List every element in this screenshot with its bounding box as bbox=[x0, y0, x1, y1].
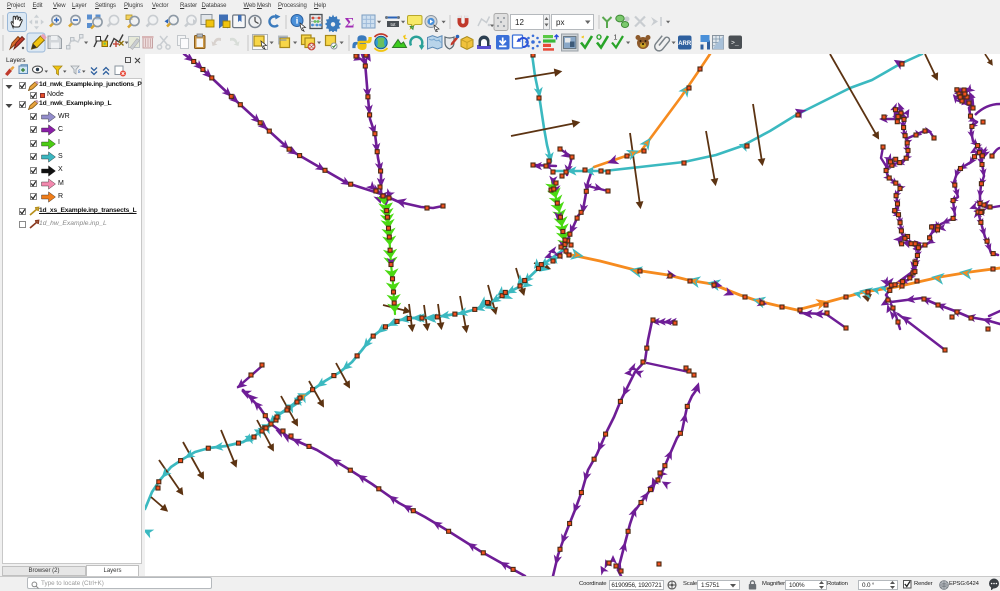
svg-text:px: px bbox=[556, 18, 564, 27]
svg-text:tot: tot bbox=[390, 22, 396, 27]
svg-text:12: 12 bbox=[515, 18, 524, 27]
svg-text:Q: Q bbox=[597, 35, 601, 41]
svg-text:1: 1 bbox=[614, 35, 618, 42]
svg-text:ε: ε bbox=[78, 69, 81, 75]
svg-text:>_: >_ bbox=[731, 40, 739, 47]
svg-text:ARR: ARR bbox=[678, 41, 692, 47]
svg-text:Σ: Σ bbox=[345, 16, 354, 32]
